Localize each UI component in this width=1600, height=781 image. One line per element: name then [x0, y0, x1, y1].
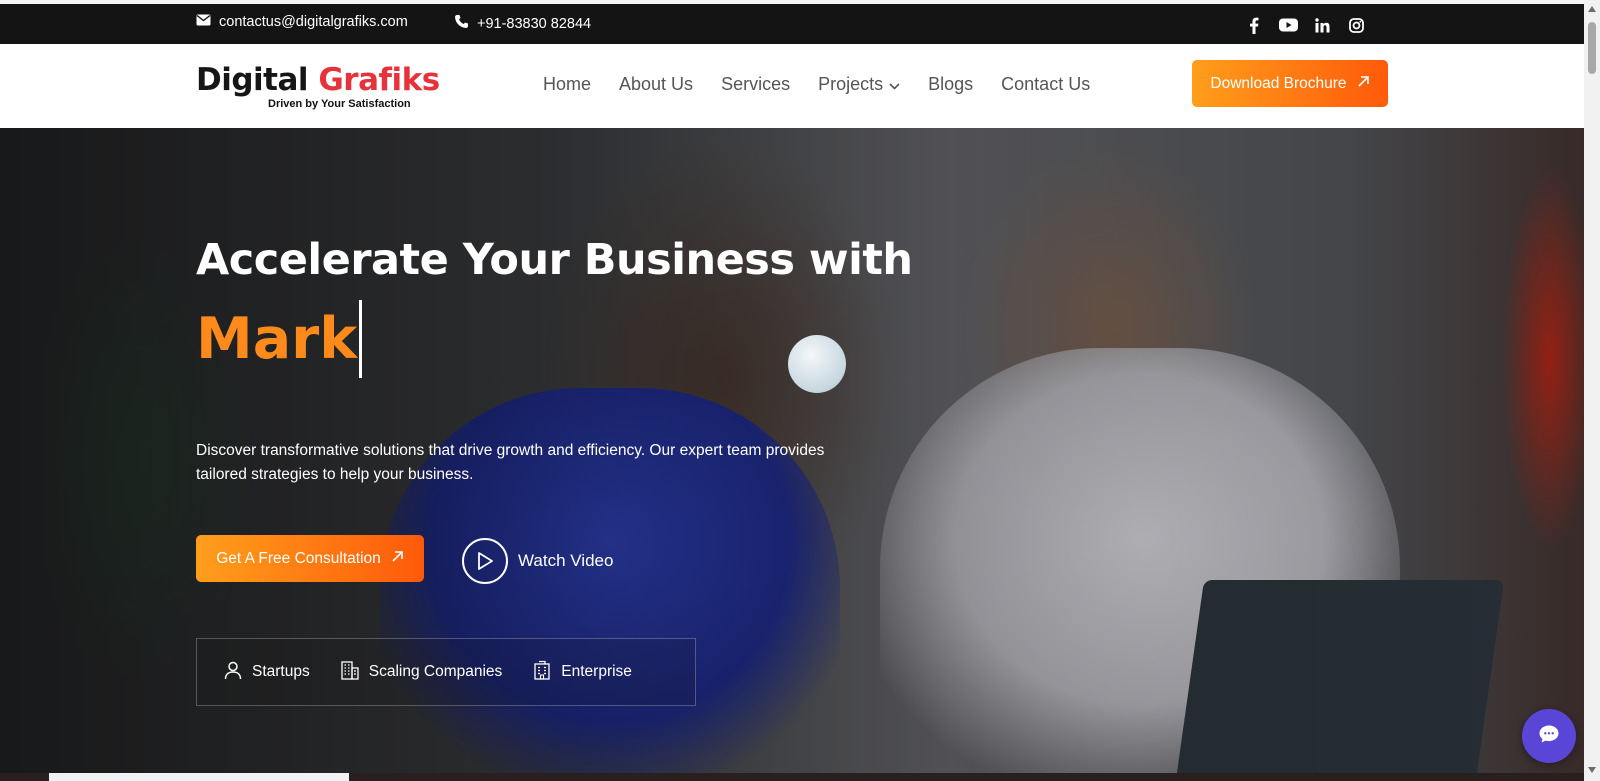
segment-enterprise: Enterprise	[532, 660, 632, 685]
nav-projects[interactable]: Projects	[818, 74, 900, 95]
youtube-icon[interactable]	[1278, 15, 1298, 35]
scrollbar-thumb[interactable]	[1588, 22, 1596, 74]
email-text: contactus@digitalgrafiks.com	[219, 14, 408, 30]
rotating-word: Mark	[196, 306, 358, 372]
watch-video-button[interactable]: Watch Video	[462, 538, 613, 584]
next-section-card-edge	[49, 773, 349, 781]
page-scrollbar[interactable]	[1584, 0, 1600, 781]
scroll-up-arrow-icon[interactable]	[1588, 6, 1596, 12]
segment-scaling-companies: Scaling Companies	[340, 660, 503, 685]
typing-caret	[359, 300, 363, 378]
download-brochure-button[interactable]: Download Brochure	[1192, 60, 1388, 107]
office-building-icon	[532, 660, 552, 685]
next-section-edge	[0, 773, 1584, 781]
facebook-icon[interactable]	[1244, 15, 1264, 35]
phone-contact[interactable]: +91-83830 82844	[454, 14, 591, 33]
segment-enterprise-label: Enterprise	[561, 663, 632, 680]
download-brochure-label: Download Brochure	[1210, 74, 1347, 92]
nav-services[interactable]: Services	[721, 74, 790, 95]
arrow-up-right-icon	[1357, 75, 1370, 93]
mail-icon	[196, 14, 211, 30]
brand-logo[interactable]: Digital Grafiks Driven by Your Satisfact…	[196, 64, 440, 110]
chat-widget-button[interactable]	[1522, 709, 1576, 763]
phone-icon	[454, 14, 469, 33]
segment-startups-label: Startups	[252, 663, 310, 680]
chat-icon	[1538, 724, 1560, 748]
brand-wordmark: Digital Grafiks	[196, 64, 440, 96]
play-icon	[462, 538, 508, 584]
brand-tagline: Driven by Your Satisfaction	[268, 98, 411, 110]
decorative-orb	[788, 335, 846, 393]
hero-section: Accelerate Your Business with Mark Disco…	[0, 128, 1584, 773]
top-contact-bar: contactus@digitalgrafiks.com +91-83830 8…	[0, 0, 1584, 44]
nav-contact-us[interactable]: Contact Us	[1001, 74, 1090, 95]
watch-video-label: Watch Video	[518, 551, 614, 570]
primary-nav: Home About Us Services Projects Blogs Co…	[543, 74, 1090, 95]
brand-name-part1: Digital	[196, 62, 319, 98]
scroll-down-arrow-icon[interactable]	[1588, 767, 1596, 773]
hero-headline: Accelerate Your Business with	[196, 235, 913, 285]
phone-text: +91-83830 82844	[477, 15, 592, 32]
nav-home[interactable]: Home	[543, 74, 591, 95]
brand-name-part2: Grafiks	[318, 62, 440, 98]
hero-description: Discover transformative solutions that d…	[196, 442, 825, 483]
main-navbar: Digital Grafiks Driven by Your Satisfact…	[0, 44, 1584, 128]
segment-scaling-companies-label: Scaling Companies	[368, 663, 503, 680]
hero-rotating-text: Mark	[196, 300, 363, 378]
building-icon	[340, 660, 360, 685]
free-consultation-label: Get A Free Consultation	[216, 549, 381, 567]
nav-projects-label: Projects	[818, 74, 884, 94]
social-links	[1244, 15, 1366, 35]
nav-about-us[interactable]: About Us	[619, 74, 693, 95]
free-consultation-button[interactable]: Get A Free Consultation	[196, 535, 424, 582]
audience-segments: Startups Scaling Companies Enterprise	[196, 638, 696, 706]
segment-startups: Startups	[223, 660, 310, 685]
linkedin-icon[interactable]	[1312, 15, 1332, 35]
instagram-icon[interactable]	[1346, 15, 1366, 35]
arrow-up-right-icon	[391, 550, 404, 568]
email-contact[interactable]: contactus@digitalgrafiks.com	[196, 14, 408, 30]
nav-blogs[interactable]: Blogs	[928, 74, 973, 95]
chevron-down-icon	[889, 74, 900, 95]
user-icon	[223, 660, 243, 685]
